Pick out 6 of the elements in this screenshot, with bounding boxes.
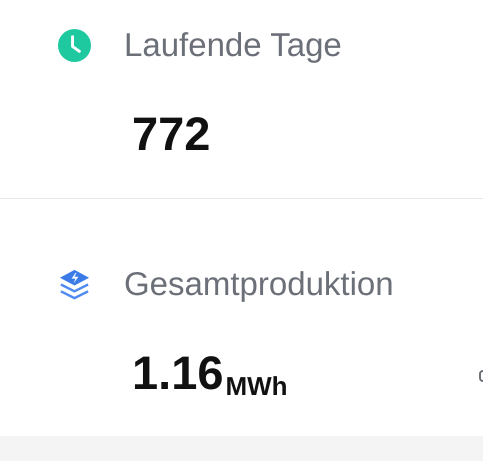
clock-icon <box>57 28 92 62</box>
stat-value: 1.16 <box>132 349 224 396</box>
stat-unit: MWh <box>225 371 288 402</box>
stat-label: Gesamtproduktion <box>124 265 394 303</box>
stat-label: Laufende Tage <box>124 26 342 64</box>
stat-value: 772 <box>132 110 210 157</box>
